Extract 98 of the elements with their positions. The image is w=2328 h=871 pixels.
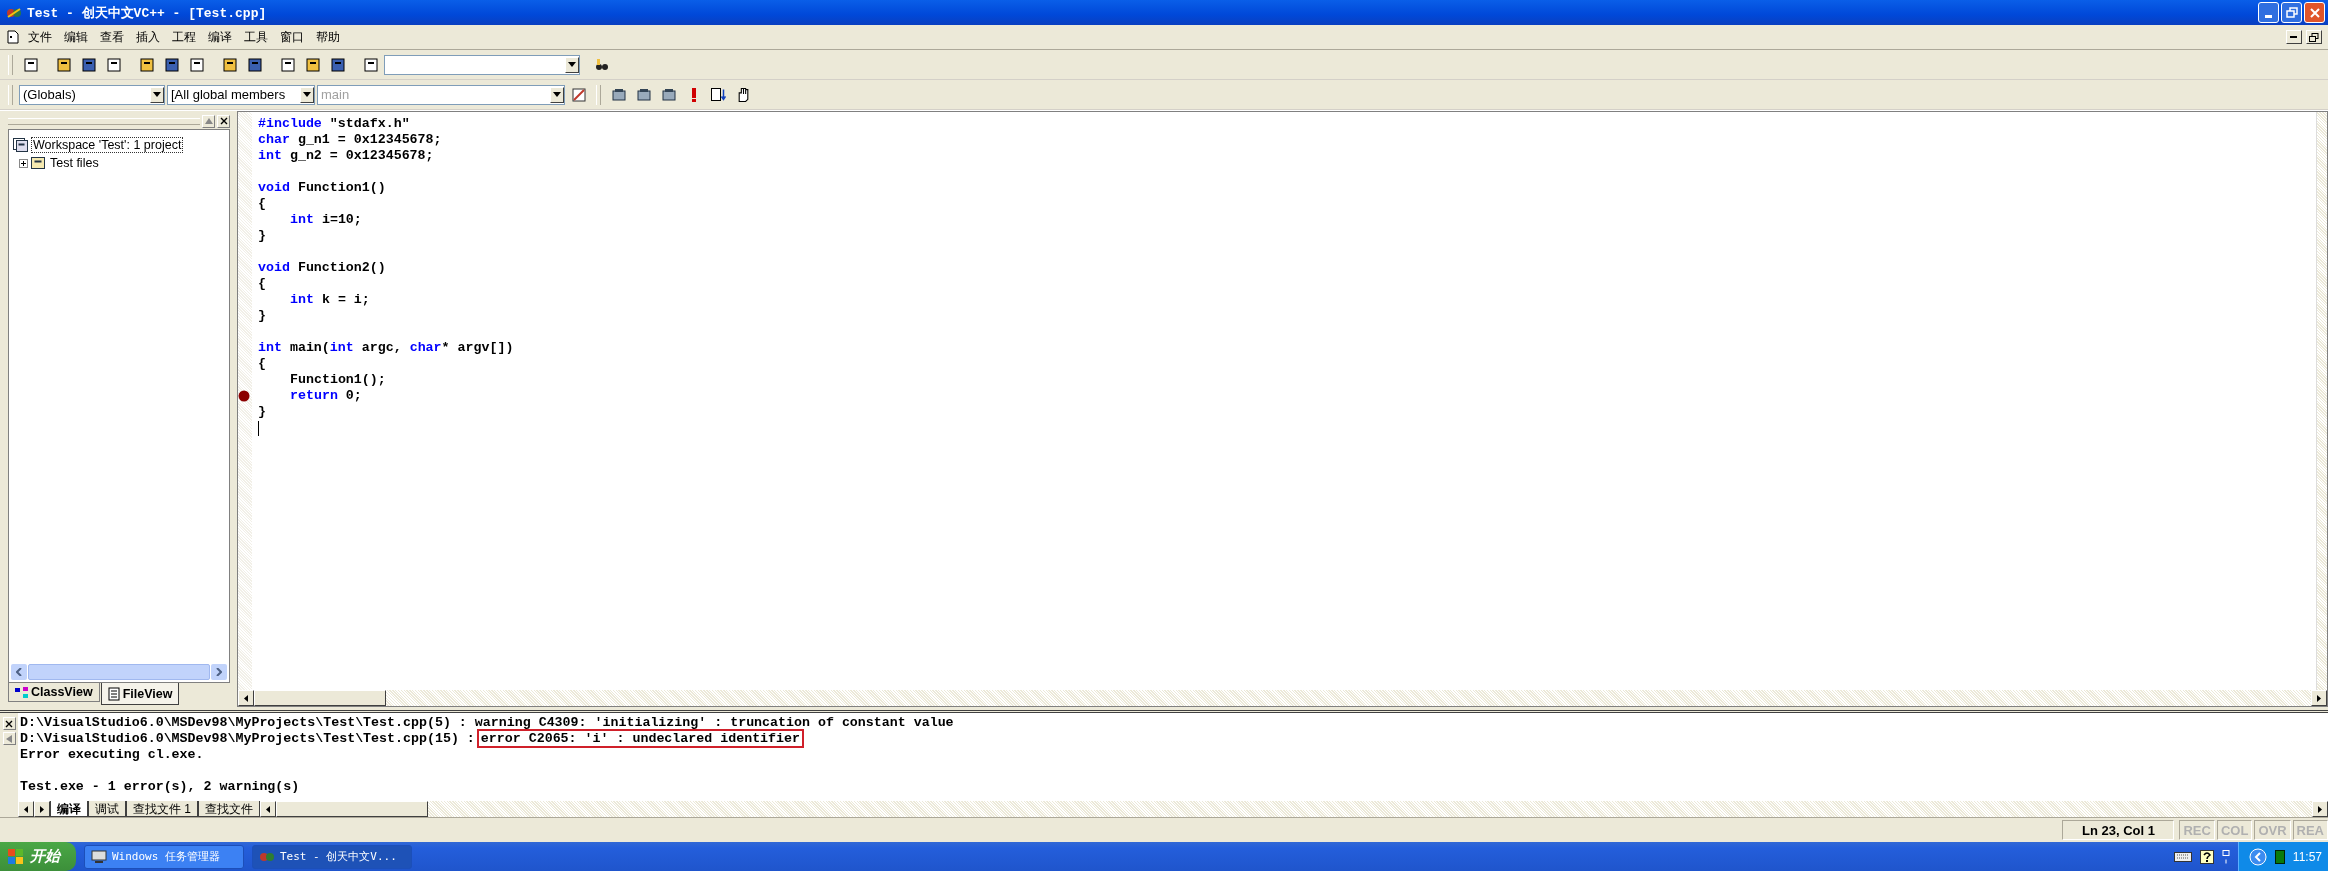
- clock: 11:57: [2292, 849, 2322, 864]
- code-line: }: [258, 228, 266, 244]
- left-arrow-icon: [6, 734, 12, 743]
- restore-button[interactable]: [2306, 30, 2322, 44]
- panel-tab[interactable]: ClassView: [8, 683, 100, 702]
- file-icon: [107, 686, 120, 701]
- menu-item[interactable]: 工程: [168, 26, 200, 48]
- tree-item[interactable]: Test files: [48, 155, 101, 171]
- output-text: Error executing cl.exe.: [20, 747, 204, 762]
- status-indicator: OVR: [2254, 820, 2291, 840]
- panel-grip[interactable]: [8, 117, 200, 125]
- dropdown-arrow-icon: [303, 92, 311, 97]
- code-line: Function1();: [289, 372, 386, 388]
- code-line: int g_n2 = 0x12345678;: [258, 148, 434, 164]
- close-icon: [5, 719, 13, 728]
- close-icon: [219, 117, 228, 125]
- scope-combo[interactable]: [All global members: [167, 84, 315, 105]
- code-line: int k = i;: [289, 292, 370, 308]
- code-line: }: [258, 404, 266, 420]
- code-line: void Function1(): [258, 180, 386, 196]
- maximize-button[interactable]: [202, 114, 215, 128]
- app-logo-icon: [6, 5, 22, 20]
- status-indicator: REA: [2292, 820, 2328, 840]
- vertical-scrollbar[interactable]: [2316, 112, 2327, 690]
- code-line: int main(int argc, char* argv[]): [258, 340, 514, 356]
- exclamation-icon: [691, 87, 696, 102]
- dropdown-arrow-icon: [553, 92, 561, 97]
- start-button[interactable]: 开始: [0, 842, 76, 871]
- menu-item[interactable]: 编辑: [60, 26, 92, 48]
- close-icon: [2308, 6, 2321, 19]
- dropdown-arrow-icon: [153, 92, 161, 97]
- output-text: D:\VisualStudio6.0\MSDev98\MyProjects\Test\Test.cpp(15) :: [20, 731, 475, 746]
- output-text: Test.exe - 1 error(s), 2 warning(s): [20, 779, 300, 794]
- maximize-button[interactable]: [2, 732, 16, 745]
- binoculars-icon: [593, 57, 610, 72]
- close-button[interactable]: [217, 114, 230, 128]
- output-tab[interactable]: 查找文件: [198, 801, 260, 817]
- up-arrow-icon: [204, 118, 213, 124]
- status-indicator: COL: [2216, 820, 2253, 840]
- restore-icon: [2285, 6, 2298, 19]
- code-line: {: [258, 356, 266, 372]
- horizontal-scrollbar[interactable]: [11, 664, 227, 680]
- code-line: return 0;: [289, 388, 362, 404]
- close-button[interactable]: [2, 717, 16, 730]
- taskbar-button[interactable]: Test - 创天中文V...: [252, 844, 412, 869]
- scroll-right-icon[interactable]: [2318, 805, 2322, 813]
- minimize-icon: [2265, 15, 2272, 18]
- code-line: }: [258, 308, 266, 324]
- menu-item[interactable]: 编译: [204, 26, 236, 48]
- highlighted-message: error C2065: 'i' : undeclared identifier: [478, 731, 802, 746]
- scrollbar-thumb[interactable]: [254, 690, 386, 706]
- breakpoint-icon[interactable]: [238, 390, 250, 402]
- code-line: int i=10;: [289, 212, 362, 228]
- output-tab[interactable]: 调试: [88, 801, 126, 817]
- code-line: {: [258, 196, 266, 212]
- scroll-left-icon: [16, 668, 22, 676]
- windows-flag-icon: [8, 848, 24, 865]
- menu-item[interactable]: 查看: [96, 26, 128, 48]
- scroll-right-icon: [216, 668, 222, 676]
- scroll-left-icon[interactable]: [24, 805, 28, 813]
- help-icon[interactable]: [2199, 849, 2214, 864]
- expander-icon[interactable]: [19, 158, 28, 168]
- code-line: #include "stdafx.h": [258, 116, 410, 132]
- cursor-position: Ln 23, Col 1: [2062, 820, 2175, 840]
- expand-tray-icon[interactable]: [2248, 847, 2267, 866]
- taskbar-button[interactable]: Windows 任务管理器: [84, 844, 244, 869]
- status-indicator: REC: [2179, 820, 2215, 840]
- panel-tab[interactable]: FileView: [100, 683, 180, 705]
- menu-item[interactable]: 帮助: [312, 26, 344, 48]
- scope-combo[interactable]: (Globals): [19, 84, 165, 105]
- scroll-left-icon[interactable]: [266, 805, 270, 813]
- scrollbar-thumb[interactable]: [276, 801, 428, 817]
- scroll-right-icon[interactable]: [40, 805, 44, 813]
- menu-item[interactable]: 窗口: [276, 26, 308, 48]
- code-line: char g_n1 = 0x12345678;: [258, 132, 442, 148]
- minimize-button[interactable]: [2286, 30, 2302, 44]
- hand-icon: [738, 87, 749, 102]
- document-icon: [6, 30, 20, 44]
- output-tab[interactable]: 查找文件 1: [126, 801, 198, 817]
- output-tab[interactable]: 编译: [50, 801, 88, 817]
- keyboard-icon[interactable]: [2173, 851, 2192, 862]
- menu-item[interactable]: 工具: [240, 26, 272, 48]
- restore-icon: [2309, 32, 2319, 42]
- step-into-icon: [711, 88, 726, 101]
- code-line: {: [258, 276, 266, 292]
- scroll-left-icon[interactable]: [244, 694, 248, 702]
- code-line: void Function2(): [258, 260, 386, 276]
- output-text: D:\VisualStudio6.0\MSDev98\MyProjects\Test\Test.cpp(5) : warning C4309: 'initializing' : truncation of constant value: [20, 715, 954, 730]
- window-title: Test - 创天中文VC++ - [Test.cpp]: [27, 4, 267, 22]
- class-icon: [15, 686, 28, 698]
- dropdown-arrow-icon: [568, 62, 576, 67]
- folder-icon: [31, 157, 45, 169]
- menu-item[interactable]: 文件: [24, 26, 56, 48]
- app-logo-icon: [259, 851, 275, 862]
- menu-item[interactable]: 插入: [132, 26, 164, 48]
- scroll-right-icon[interactable]: [2317, 694, 2321, 702]
- minimize-icon: [2290, 35, 2298, 39]
- tree-item[interactable]: Workspace 'Test': 1 project: [31, 137, 184, 153]
